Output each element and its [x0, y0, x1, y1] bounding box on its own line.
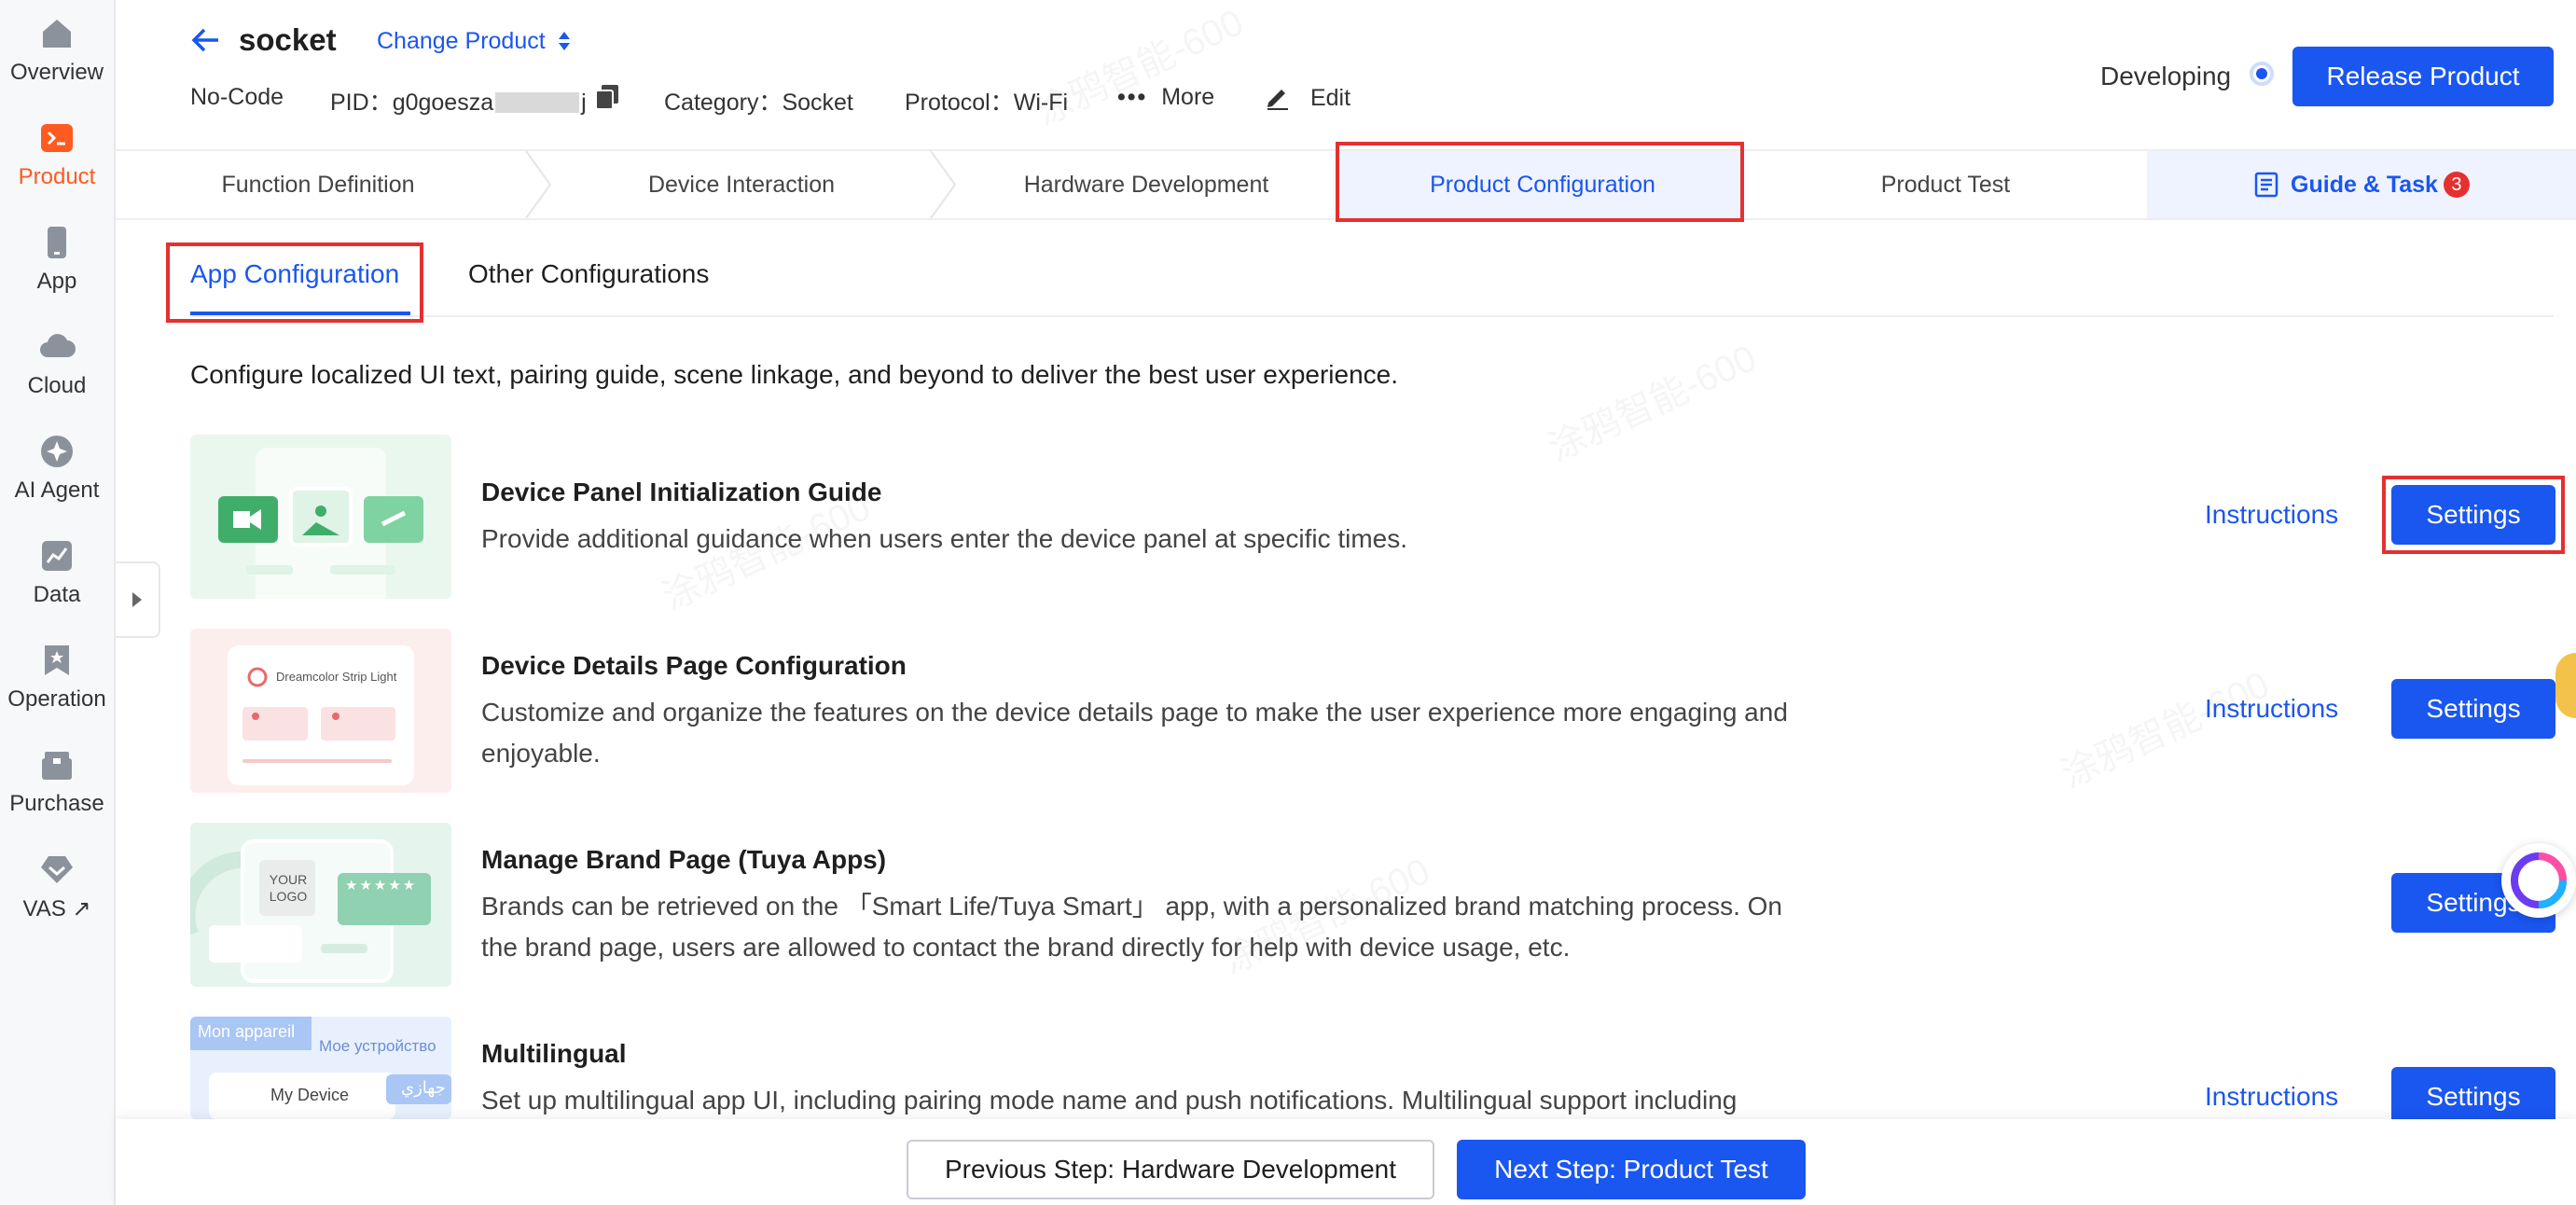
nav-label: Operation: [7, 686, 106, 712]
status-dot-icon: [2249, 62, 2274, 86]
subtab-other-configurations[interactable]: Other Configurations: [468, 259, 709, 289]
watermark: 涂鸦智能-600: [2051, 655, 2277, 798]
instructions-link[interactable]: Instructions: [2205, 694, 2338, 724]
step-product-test[interactable]: Product Test: [1744, 151, 2147, 218]
step-hardware-development[interactable]: Hardware Development: [955, 151, 1337, 218]
thumbnail-text-ru: Мое устройство: [319, 1037, 436, 1055]
row-title: Multilingual: [481, 1039, 627, 1068]
thumbnail-text-ar: جهازي: [401, 1078, 446, 1097]
external-link-icon: ↗: [72, 896, 91, 921]
subtab-divider: [190, 315, 2554, 317]
settings-button[interactable]: Settings: [2391, 679, 2555, 739]
nav-label: Purchase: [9, 791, 104, 816]
sparkle-icon: [38, 433, 76, 470]
thumbnail-text-en: My Device: [270, 1086, 350, 1104]
copy-icon[interactable]: [595, 84, 619, 110]
ellipsis-icon: •••: [1117, 84, 1148, 110]
status-indicator: Developing: [2100, 62, 2274, 91]
collapse-sidebar-button[interactable]: [116, 561, 160, 638]
thumbnail-stars: ★★★★★: [345, 878, 418, 893]
nav-item-app[interactable]: App: [0, 216, 114, 310]
category-field: Category：Socket: [664, 90, 853, 116]
previous-step-button[interactable]: Previous Step: Hardware Development: [907, 1140, 1434, 1199]
highlight-app-configuration: [166, 242, 423, 323]
row-title: Manage Brand Page (Tuya Apps): [481, 845, 887, 874]
bookmark-icon: [38, 642, 76, 679]
nav-item-ai-agent[interactable]: AI Agent: [0, 425, 114, 519]
diamond-icon: [38, 851, 76, 888]
guide-document-icon: [2254, 172, 2278, 198]
redacted-block: [495, 92, 580, 113]
nav-label: App: [36, 269, 77, 294]
assistant-icon[interactable]: [2501, 843, 2576, 918]
settings-button[interactable]: Settings: [2391, 1067, 2555, 1127]
step-device-interaction[interactable]: Device Interaction: [550, 151, 933, 218]
home-icon: [38, 15, 76, 52]
guide-task-button[interactable]: Guide & Task 3: [2147, 151, 2576, 218]
next-step-button[interactable]: Next Step: Product Test: [1457, 1140, 1806, 1199]
step-function-definition[interactable]: Function Definition: [116, 151, 520, 218]
nav-item-purchase[interactable]: Purchase: [0, 739, 114, 832]
more-button[interactable]: ••• More: [1117, 84, 1214, 111]
panel-guide-thumbnail: [190, 435, 451, 599]
nav-item-data[interactable]: Data: [0, 530, 114, 623]
row-description: Provide additional guidance when users e…: [481, 524, 1408, 553]
thumbnail-logo-text: YOUR LOGO: [269, 872, 308, 904]
left-navigation: Overview Product App Cloud AI Agent Data: [0, 0, 116, 1205]
sort-icon: [558, 32, 570, 50]
multilingual-thumbnail: Mon appareil Мое устройство My Device جه…: [190, 1017, 451, 1119]
edit-button[interactable]: Edit: [1265, 84, 1350, 112]
nav-label: Cloud: [27, 373, 87, 398]
nav-label: VAS ↗: [22, 896, 91, 921]
highlight-product-configuration: [1336, 142, 1744, 222]
product-title: socket: [239, 22, 337, 57]
nav-item-cloud[interactable]: Cloud: [0, 321, 114, 414]
row-description: Brands can be retrieved on the 「Smart Li…: [481, 892, 1782, 962]
row-title: Device Panel Initialization Guide: [481, 478, 882, 506]
floating-collapse-tab[interactable]: [2555, 653, 2576, 718]
thumbnail-text: Dreamcolor Strip Light: [276, 670, 397, 684]
nav-label: Overview: [9, 60, 104, 85]
release-product-button[interactable]: Release Product: [2292, 47, 2554, 106]
chart-icon: [38, 537, 76, 575]
nav-item-product[interactable]: Product: [0, 112, 114, 205]
change-product-link[interactable]: Change Product: [377, 28, 571, 55]
pencil-icon: [1267, 90, 1288, 110]
instructions-link[interactable]: Instructions: [2205, 500, 2338, 530]
step-separator: [930, 151, 957, 218]
nav-item-operation[interactable]: Operation: [0, 634, 114, 727]
nav-item-vas[interactable]: VAS ↗: [0, 843, 114, 936]
nav-label: Data: [33, 582, 81, 607]
nav-label: Product: [18, 164, 96, 189]
intro-text: Configure localized UI text, pairing gui…: [190, 360, 1399, 389]
nav-label: AI Agent: [14, 478, 100, 503]
protocol-field: Protocol：Wi-Fi: [905, 90, 1069, 116]
phone-icon: [38, 224, 76, 261]
highlight-settings-button: [2382, 476, 2565, 554]
step-separator: [525, 151, 552, 218]
terminal-icon: [38, 119, 76, 157]
row-description: Customize and organize the features on t…: [481, 698, 1788, 768]
box-icon: [38, 746, 76, 783]
details-page-thumbnail: Dreamcolor Strip Light: [190, 629, 451, 793]
pid-field: PID：g0goesza j: [330, 90, 587, 116]
watermark: 涂鸦智能-600: [1538, 328, 1764, 472]
row-description: Set up multilingual app UI, including pa…: [481, 1086, 1738, 1115]
nav-item-overview[interactable]: Overview: [0, 7, 114, 101]
back-arrow-icon[interactable]: [190, 24, 222, 56]
no-code-label: No-Code: [190, 84, 284, 110]
cloud-icon: [38, 328, 76, 366]
task-count-badge: 3: [2443, 172, 2470, 198]
thumbnail-text-fr: Mon appareil: [198, 1022, 296, 1041]
instructions-link[interactable]: Instructions: [2205, 1082, 2338, 1112]
row-title: Device Details Page Configuration: [481, 651, 907, 680]
brand-page-thumbnail: YOUR LOGO ★★★★★: [190, 823, 451, 987]
caret-right-icon: [132, 592, 142, 607]
